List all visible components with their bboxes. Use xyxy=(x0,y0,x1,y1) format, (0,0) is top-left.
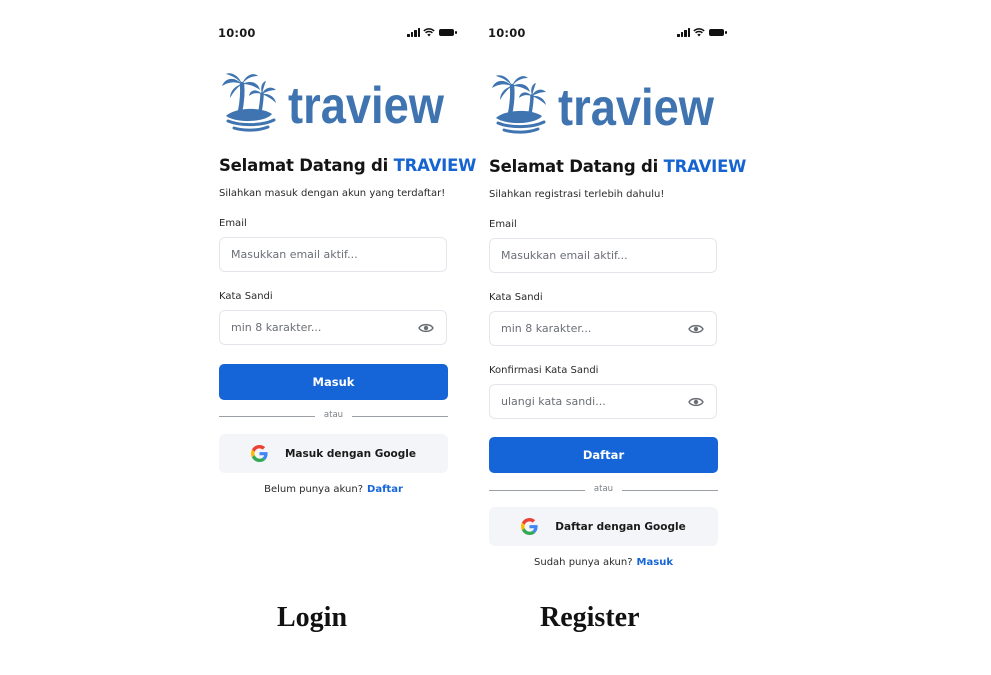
palm-tree-island-icon xyxy=(222,73,276,130)
palm-tree-island-icon xyxy=(492,75,546,132)
login-button[interactable]: Masuk xyxy=(219,364,448,400)
password-placeholder: min 8 karakter... xyxy=(231,321,322,334)
register-link[interactable]: Daftar xyxy=(367,484,403,495)
register-screen: 10:00 traview Selamat Datang di TRAVIEW … xyxy=(480,0,746,600)
page-subtitle: Silahkan masuk dengan akun yang terdafta… xyxy=(219,188,446,199)
email-placeholder: Masukkan email aktif... xyxy=(231,248,358,261)
email-placeholder: Masukkan email aktif... xyxy=(501,249,628,262)
password-label: Kata Sandi xyxy=(489,292,543,303)
password-label: Kata Sandi xyxy=(219,291,273,302)
confirm-password-placeholder: ulangi kata sandi... xyxy=(501,395,606,408)
wifi-icon xyxy=(423,28,435,37)
register-button[interactable]: Daftar xyxy=(489,437,718,473)
title-prefix: Selamat Datang di xyxy=(489,157,659,176)
password-field[interactable]: min 8 karakter... xyxy=(489,311,717,346)
logo-wordmark: traview xyxy=(558,79,714,136)
status-bar: 10:00 xyxy=(218,26,457,42)
page-title: Selamat Datang di TRAVIEW xyxy=(489,157,746,176)
register-prompt: Belum punya akun? Daftar xyxy=(219,484,448,495)
login-prompt-text: Sudah punya akun? xyxy=(534,557,633,568)
logo-wordmark: traview xyxy=(288,77,444,134)
divider-text: atau xyxy=(593,484,614,494)
password-placeholder: min 8 karakter... xyxy=(501,322,592,335)
status-time: 10:00 xyxy=(218,26,256,40)
battery-icon xyxy=(709,29,727,36)
email-label: Email xyxy=(219,218,247,229)
title-brand: TRAVIEW xyxy=(663,157,747,176)
signal-icon xyxy=(677,28,690,37)
google-login-button[interactable]: Masuk dengan Google xyxy=(219,434,448,473)
traview-logo: traview xyxy=(220,72,446,134)
status-icons xyxy=(407,28,457,37)
email-field[interactable]: Masukkan email aktif... xyxy=(489,238,717,273)
signal-icon xyxy=(407,28,420,37)
eye-icon[interactable] xyxy=(418,322,434,334)
traview-logo: traview xyxy=(490,74,716,136)
login-link[interactable]: Masuk xyxy=(637,557,673,568)
confirm-password-label: Konfirmasi Kata Sandi xyxy=(489,365,599,376)
page-subtitle: Silahkan registrasi terlebih dahulu! xyxy=(489,189,665,200)
or-divider: atau xyxy=(219,410,448,422)
email-label: Email xyxy=(489,219,517,230)
status-bar: 10:00 xyxy=(488,26,727,42)
status-icons xyxy=(677,28,727,37)
google-icon xyxy=(251,445,268,462)
title-brand: TRAVIEW xyxy=(393,156,477,175)
google-register-button[interactable]: Daftar dengan Google xyxy=(489,507,718,546)
confirm-password-field[interactable]: ulangi kata sandi... xyxy=(489,384,717,419)
email-field[interactable]: Masukkan email aktif... xyxy=(219,237,447,272)
google-button-label: Masuk dengan Google xyxy=(284,447,417,460)
login-prompt: Sudah punya akun? Masuk xyxy=(489,557,718,568)
password-field[interactable]: min 8 karakter... xyxy=(219,310,447,345)
wifi-icon xyxy=(693,28,705,37)
register-caption: Register xyxy=(540,602,640,633)
eye-icon[interactable] xyxy=(688,396,704,408)
battery-icon xyxy=(439,29,457,36)
page-title: Selamat Datang di TRAVIEW xyxy=(219,156,476,175)
status-time: 10:00 xyxy=(488,26,526,40)
login-screen: 10:00 traview Selamat Datang di TRAVIEW … xyxy=(210,0,476,600)
eye-icon[interactable] xyxy=(688,323,704,335)
title-prefix: Selamat Datang di xyxy=(219,156,389,175)
google-button-label: Daftar dengan Google xyxy=(555,520,686,533)
register-prompt-text: Belum punya akun? xyxy=(264,484,364,495)
divider-text: atau xyxy=(323,410,344,420)
or-divider: atau xyxy=(489,484,718,496)
login-caption: Login xyxy=(277,602,348,633)
google-icon xyxy=(521,518,538,535)
